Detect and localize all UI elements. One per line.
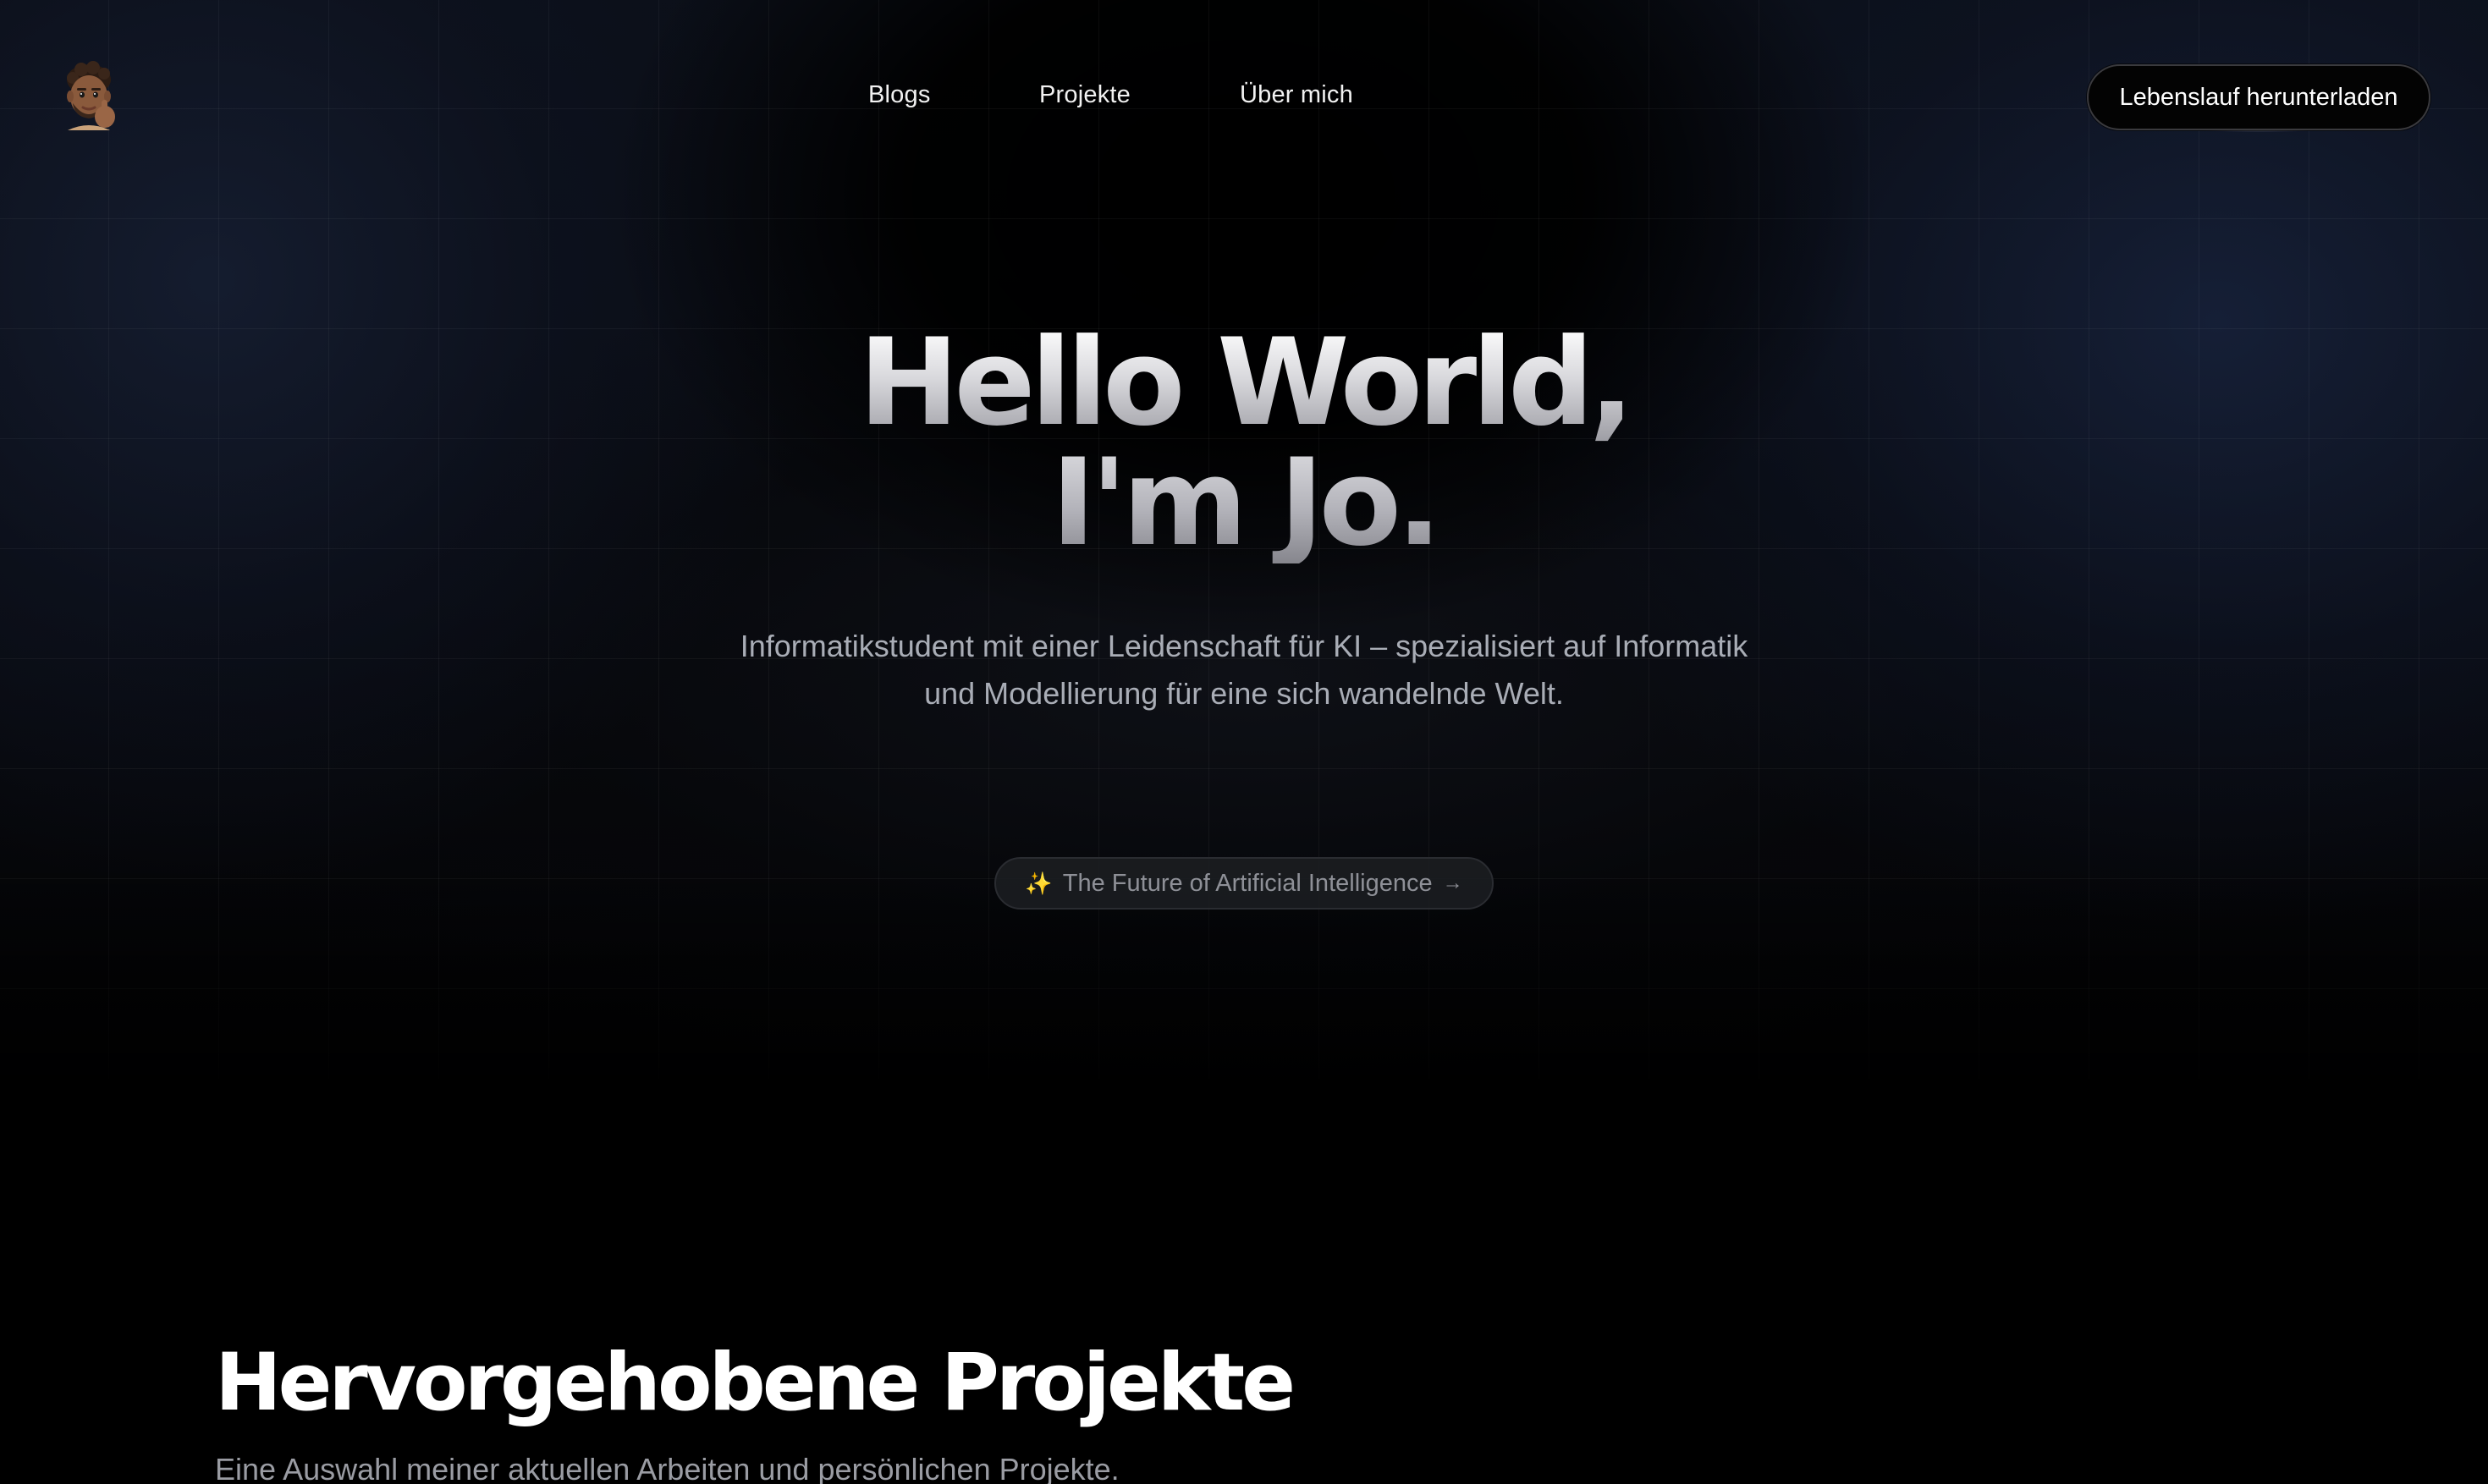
download-cv-button[interactable]: Lebenslauf herunterladen	[2087, 64, 2430, 130]
nav-link-blogs[interactable]: Blogs	[868, 81, 931, 109]
projects-section-title: Hervorgehobene Projekte	[215, 1337, 1296, 1429]
page: Blogs Projekte Über mich Lebenslauf heru…	[0, 0, 2488, 1484]
hero-subtitle: Informatikstudent mit einer Leidenschaft…	[740, 629, 1748, 711]
nav-link-ueber-mich[interactable]: Über mich	[1240, 81, 1353, 109]
projects-section-subtitle: Eine Auswahl meiner aktuellen Arbeiten u…	[215, 1452, 1120, 1484]
nav-link-projekte[interactable]: Projekte	[1039, 81, 1131, 109]
hero-title-line-2: I'm Jo.	[0, 443, 2488, 563]
hero-title-line-1: Hello World,	[0, 323, 2488, 443]
hero-title: Hello World, I'm Jo.	[0, 323, 2488, 563]
featured-article-pill[interactable]: ✨ The Future of Artificial Intelligence …	[994, 857, 1494, 910]
memoji-avatar-icon[interactable]	[61, 61, 120, 130]
featured-article-label: The Future of Artificial Intelligence	[1062, 869, 1433, 897]
sparkles-icon: ✨	[1025, 871, 1053, 896]
arrow-right-icon: →	[1442, 871, 1463, 894]
